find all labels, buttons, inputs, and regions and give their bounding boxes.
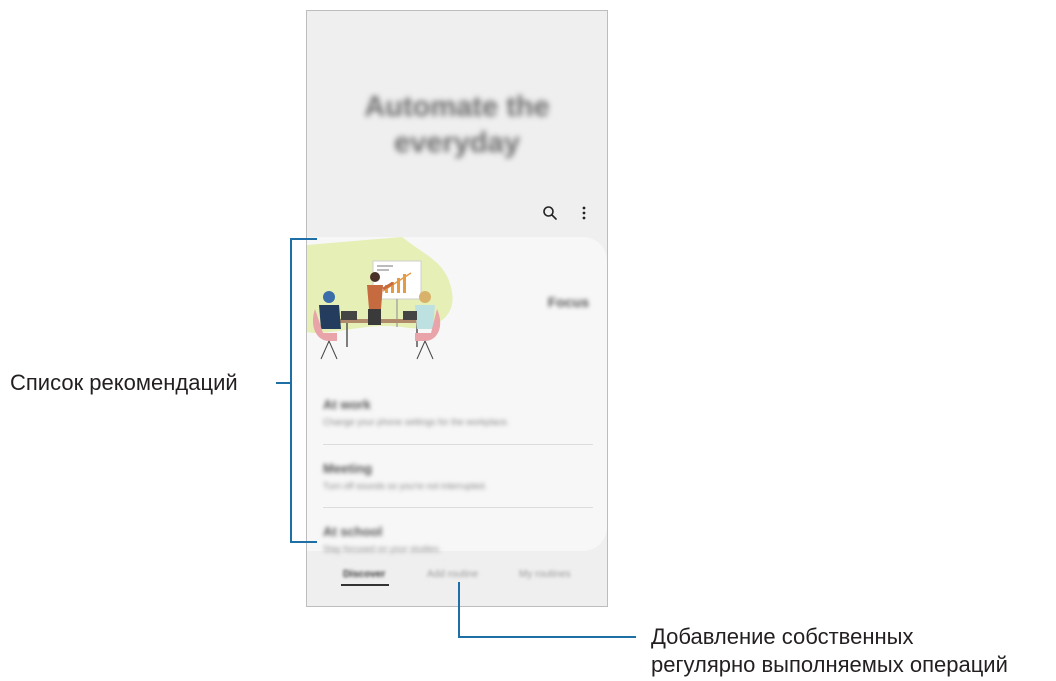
annotation-add-routine-line1: Добавление собственных [651,624,914,649]
annotation-recommendations-list: Список рекомендаций [10,370,238,395]
annotation-add-routine-line2: регулярно выполняемых операций [651,652,1008,677]
callout-lines [276,238,636,638]
